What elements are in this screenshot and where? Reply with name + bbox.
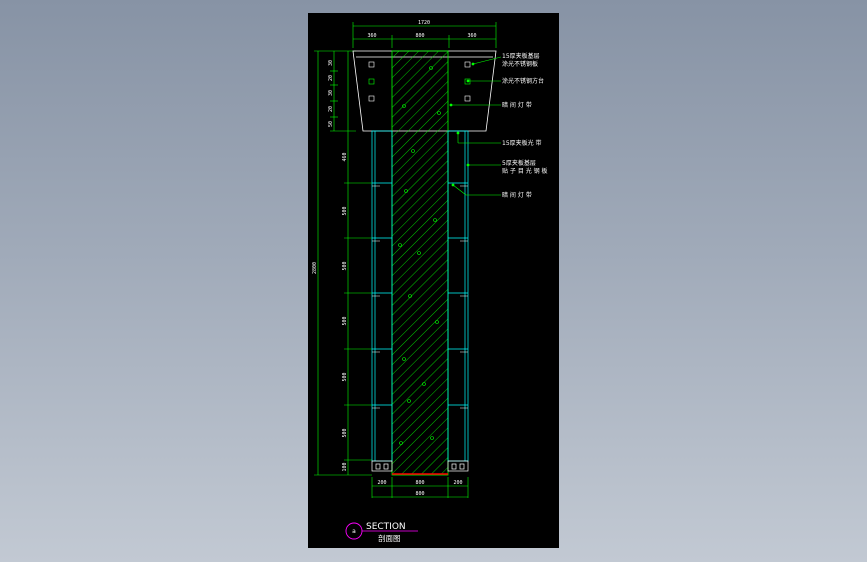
note-1: 15厚夹板基层 — [502, 52, 540, 60]
dim-left-top-2: 20 — [328, 75, 334, 81]
section-drawing: 1720 360 800 360 30 20 30 20 50 2800 460… — [312, 20, 548, 543]
dim-left-row-7: 100 — [342, 462, 348, 471]
annotation-leaders — [451, 56, 502, 196]
cad-viewport[interactable]: 1720 360 800 360 30 20 30 20 50 2800 460… — [308, 13, 559, 548]
dim-left-top-1: 30 — [328, 60, 334, 66]
dim-bottom-left: 200 — [377, 480, 386, 486]
note-5: 15厚夹板光 带 — [502, 139, 542, 147]
dim-bottom-right: 200 — [453, 480, 462, 486]
dim-left-row-4: 500 — [342, 316, 348, 325]
left-tick-labels: 30 20 30 20 50 2800 460 500 500 500 500 … — [312, 60, 348, 472]
dim-top-right: 360 — [467, 33, 476, 39]
dim-left-top-5: 50 — [328, 121, 334, 127]
dim-left-row-1: 460 — [342, 152, 348, 161]
note-4: 暗 间 灯 带 — [502, 101, 532, 109]
dim-top-left: 360 — [367, 33, 376, 39]
dim-left-overall: 2800 — [312, 262, 318, 274]
section-title-en: SECTION — [366, 522, 406, 532]
dim-left-row-5: 500 — [342, 372, 348, 381]
section-title-zh: 剖面图 — [378, 533, 401, 543]
dim-bottom-overall: 800 — [415, 491, 424, 497]
note-2: 涂光不锈钢板 — [502, 60, 538, 68]
dim-left-row-6: 500 — [342, 428, 348, 437]
dim-left-top-4: 20 — [328, 106, 334, 112]
note-8: 暗 间 灯 带 — [502, 191, 532, 199]
dim-bottom-mid: 800 — [415, 480, 424, 486]
note-3: 涂光不锈钢方台 — [502, 77, 544, 85]
dim-left-row-3: 500 — [342, 261, 348, 270]
section-tag-number: a — [352, 528, 356, 535]
dim-top-mid: 800 — [415, 33, 424, 39]
dim-left-row-2: 500 — [342, 206, 348, 215]
section-title-block: a SECTION 剖面图 — [345, 522, 418, 543]
note-6: 5厚夹板基层 — [502, 159, 536, 167]
note-7: 贴 子 目 光 钢 板 — [502, 167, 548, 175]
dim-top-overall: 1720 — [418, 20, 430, 26]
annotation-labels: 15厚夹板基层 涂光不锈钢板 涂光不锈钢方台 暗 间 灯 带 15厚夹板光 带 … — [502, 52, 548, 199]
dim-left-top-3: 30 — [328, 90, 334, 96]
